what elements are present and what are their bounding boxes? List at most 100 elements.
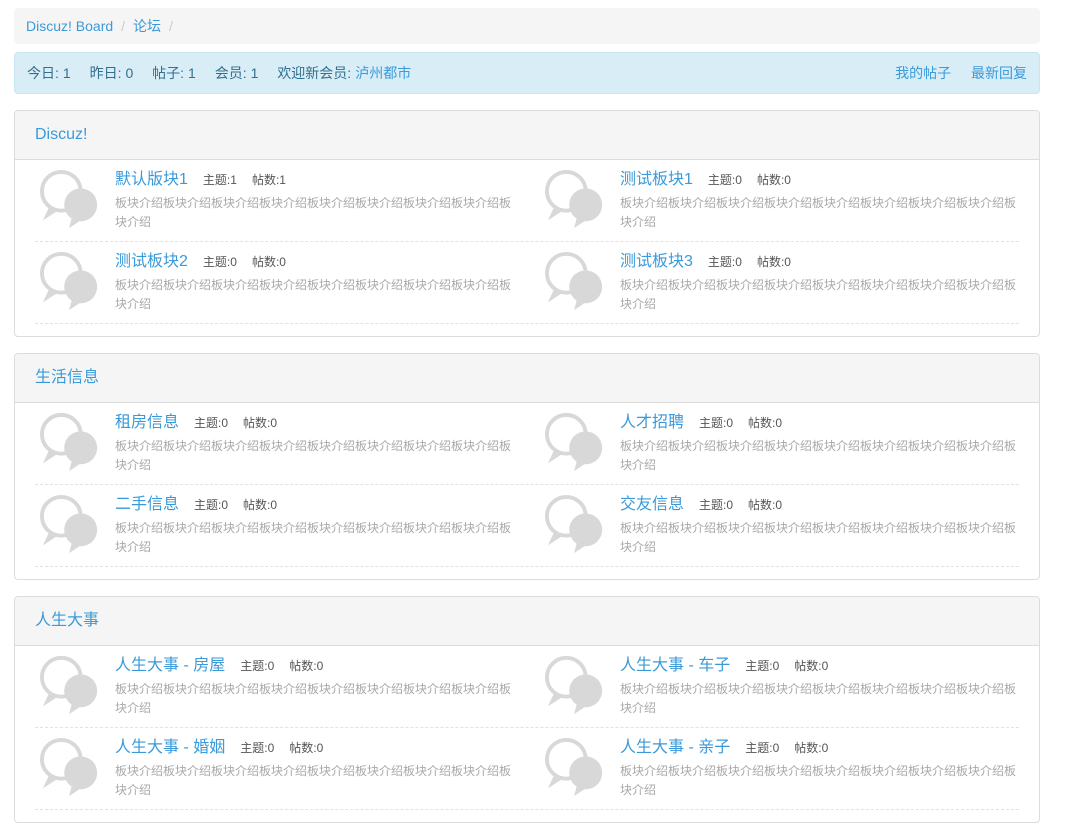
- forum-link[interactable]: 人才招聘: [620, 412, 684, 433]
- forum-posts-count: 帖数:0: [289, 659, 324, 673]
- forum-bubbles-icon[interactable]: [540, 736, 612, 798]
- page-container: Discuz! Board / 论坛 / 今日: 1 昨日: 0 帖子: 1 会员: 1 欢迎…: [14, 8, 1040, 823]
- forum-posts-count: 帖数:0: [243, 416, 278, 430]
- breadcrumb-separator: /: [121, 18, 126, 34]
- forum-description: 板块介绍板块介绍板块介绍板块介绍板块介绍板块介绍板块介绍板块介绍板块介绍: [620, 682, 1017, 715]
- category-body: 租房信息 主题:0 帖数:0 板块介绍板块介绍板块介绍板块介绍板块介绍板块介绍板…: [15, 403, 1039, 579]
- forum-info: 交友信息 主题:0 帖数:0 板块介绍板块介绍板块介绍板块介绍板块介绍板块介绍板…: [620, 494, 1019, 557]
- forum-bubbles-icon[interactable]: [540, 168, 612, 230]
- forum-description: 板块介绍板块介绍板块介绍板块介绍板块介绍板块介绍板块介绍板块介绍板块介绍: [115, 521, 512, 554]
- forum-topics-count: 主题:1: [202, 173, 237, 187]
- category-panel-life-info: 生活信息 租房信息 主题:0 帖数:0 板块介绍板块介绍板块介绍板块介绍板块介绍…: [14, 353, 1040, 580]
- forum-bubbles-icon[interactable]: [35, 736, 107, 798]
- forum-link[interactable]: 人生大事 - 亲子: [620, 737, 730, 758]
- forum-item: 人才招聘 主题:0 帖数:0 板块介绍板块介绍板块介绍板块介绍板块介绍板块介绍板…: [540, 412, 1019, 475]
- forum-row: 二手信息 主题:0 帖数:0 板块介绍板块介绍板块介绍板块介绍板块介绍板块介绍板…: [35, 485, 1019, 567]
- category-title-link[interactable]: 生活信息: [35, 369, 99, 386]
- forum-topics-count: 主题:0: [202, 255, 237, 269]
- forum-bubbles-icon[interactable]: [35, 168, 107, 230]
- stat-today: 今日: 1: [27, 65, 71, 81]
- forum-item: 人生大事 - 车子 主题:0 帖数:0 板块介绍板块介绍板块介绍板块介绍板块介绍…: [540, 655, 1019, 718]
- forum-description: 板块介绍板块介绍板块介绍板块介绍板块介绍板块介绍板块介绍板块介绍板块介绍: [115, 682, 512, 715]
- forum-topics-count: 主题:0: [194, 416, 229, 430]
- forum-info: 测试板块3 主题:0 帖数:0 板块介绍板块介绍板块介绍板块介绍板块介绍板块介绍…: [620, 251, 1019, 314]
- category-title-link[interactable]: Discuz!: [35, 126, 87, 143]
- forum-posts-count: 帖数:0: [251, 255, 286, 269]
- breadcrumb-separator: /: [169, 18, 173, 34]
- forum-posts-count: 帖数:0: [748, 416, 783, 430]
- forum-info: 默认版块1 主题:1 帖数:1 板块介绍板块介绍板块介绍板块介绍板块介绍板块介绍…: [115, 169, 514, 232]
- forum-posts-count: 帖数:0: [748, 498, 783, 512]
- forum-topics-count: 主题:0: [745, 741, 780, 755]
- forum-description: 板块介绍板块介绍板块介绍板块介绍板块介绍板块介绍板块介绍板块介绍板块介绍: [620, 196, 1017, 229]
- forum-topics-count: 主题:0: [707, 255, 742, 269]
- forum-link[interactable]: 租房信息: [115, 412, 179, 433]
- forum-bubbles-icon[interactable]: [540, 654, 612, 716]
- forum-info: 人生大事 - 婚姻 主题:0 帖数:0 板块介绍板块介绍板块介绍板块介绍板块介绍…: [115, 737, 514, 800]
- forum-bubbles-icon[interactable]: [35, 654, 107, 716]
- forum-stats-summary: 今日: 1 昨日: 0 帖子: 1 会员: 1 欢迎新会员: 泸州都市: [27, 63, 411, 83]
- forum-link[interactable]: 人生大事 - 婚姻: [115, 737, 225, 758]
- forum-topics-count: 主题:0: [240, 659, 275, 673]
- forum-bubbles-icon[interactable]: [35, 411, 107, 473]
- forum-info: 人才招聘 主题:0 帖数:0 板块介绍板块介绍板块介绍板块介绍板块介绍板块介绍板…: [620, 412, 1019, 475]
- forum-info: 人生大事 - 房屋 主题:0 帖数:0 板块介绍板块介绍板块介绍板块介绍板块介绍…: [115, 655, 514, 718]
- forum-row: 租房信息 主题:0 帖数:0 板块介绍板块介绍板块介绍板块介绍板块介绍板块介绍板…: [35, 403, 1019, 485]
- forum-description: 板块介绍板块介绍板块介绍板块介绍板块介绍板块介绍板块介绍板块介绍板块介绍: [620, 521, 1017, 554]
- forum-info: 二手信息 主题:0 帖数:0 板块介绍板块介绍板块介绍板块介绍板块介绍板块介绍板…: [115, 494, 514, 557]
- forum-item: 交友信息 主题:0 帖数:0 板块介绍板块介绍板块介绍板块介绍板块介绍板块介绍板…: [540, 494, 1019, 557]
- forum-description: 板块介绍板块介绍板块介绍板块介绍板块介绍板块介绍板块介绍板块介绍板块介绍: [115, 278, 512, 311]
- category-title-link[interactable]: 人生大事: [35, 612, 99, 629]
- welcome-new-member: 欢迎新会员: 泸州都市: [277, 65, 412, 81]
- category-header: Discuz!: [15, 111, 1039, 160]
- forum-info: 人生大事 - 车子 主题:0 帖数:0 板块介绍板块介绍板块介绍板块介绍板块介绍…: [620, 655, 1019, 718]
- category-header: 人生大事: [15, 597, 1039, 646]
- forum-info: 人生大事 - 亲子 主题:0 帖数:0 板块介绍板块介绍板块介绍板块介绍板块介绍…: [620, 737, 1019, 800]
- forum-topics-count: 主题:0: [699, 498, 734, 512]
- forum-posts-count: 帖数:0: [794, 741, 829, 755]
- new-member-link[interactable]: 泸州都市: [355, 65, 411, 81]
- forum-item: 测试板块3 主题:0 帖数:0 板块介绍板块介绍板块介绍板块介绍板块介绍板块介绍…: [540, 251, 1019, 314]
- forum-link[interactable]: 测试板块2: [115, 251, 188, 272]
- forum-description: 板块介绍板块介绍板块介绍板块介绍板块介绍板块介绍板块介绍板块介绍板块介绍: [115, 439, 512, 472]
- forum-bubbles-icon[interactable]: [540, 411, 612, 473]
- forum-bubbles-icon[interactable]: [35, 493, 107, 555]
- forum-link[interactable]: 交友信息: [620, 494, 684, 515]
- forum-description: 板块介绍板块介绍板块介绍板块介绍板块介绍板块介绍板块介绍板块介绍板块介绍: [115, 764, 512, 797]
- forum-link[interactable]: 测试板块1: [620, 169, 693, 190]
- category-header: 生活信息: [15, 354, 1039, 403]
- latest-replies-link[interactable]: 最新回复: [971, 65, 1027, 81]
- forum-item: 测试板块1 主题:0 帖数:0 板块介绍板块介绍板块介绍板块介绍板块介绍板块介绍…: [540, 169, 1019, 232]
- category-body: 人生大事 - 房屋 主题:0 帖数:0 板块介绍板块介绍板块介绍板块介绍板块介绍…: [15, 646, 1039, 822]
- stat-yesterday: 昨日: 0: [89, 65, 134, 81]
- forum-link[interactable]: 测试板块3: [620, 251, 693, 272]
- forum-bubbles-icon[interactable]: [35, 250, 107, 312]
- my-posts-link[interactable]: 我的帖子: [895, 65, 951, 81]
- forum-item: 租房信息 主题:0 帖数:0 板块介绍板块介绍板块介绍板块介绍板块介绍板块介绍板…: [35, 412, 514, 475]
- breadcrumb-link-forum[interactable]: 论坛: [133, 18, 161, 34]
- forum-topics-count: 主题:0: [745, 659, 780, 673]
- forum-posts-count: 帖数:0: [289, 741, 324, 755]
- forum-posts-count: 帖数:0: [794, 659, 829, 673]
- forum-topics-count: 主题:0: [707, 173, 742, 187]
- category-panel-discuz: Discuz! 默认版块1 主题:1 帖数:1 板块介绍板块介绍板块介绍板块介绍…: [14, 110, 1040, 337]
- forum-stats-bar: 今日: 1 昨日: 0 帖子: 1 会员: 1 欢迎新会员: 泸州都市 我的帖子 最新回复: [14, 52, 1040, 94]
- forum-info: 租房信息 主题:0 帖数:0 板块介绍板块介绍板块介绍板块介绍板块介绍板块介绍板…: [115, 412, 514, 475]
- category-panel-life-events: 人生大事 人生大事 - 房屋 主题:0 帖数:0 板块介绍板块介绍板块介绍板块介…: [14, 596, 1040, 823]
- stat-members: 会员: 1: [214, 65, 259, 81]
- forum-bubbles-icon[interactable]: [540, 250, 612, 312]
- forum-info: 测试板块1 主题:0 帖数:0 板块介绍板块介绍板块介绍板块介绍板块介绍板块介绍…: [620, 169, 1019, 232]
- forum-item: 人生大事 - 亲子 主题:0 帖数:0 板块介绍板块介绍板块介绍板块介绍板块介绍…: [540, 737, 1019, 800]
- forum-posts-count: 帖数:0: [756, 173, 791, 187]
- breadcrumb-link-home[interactable]: Discuz! Board: [26, 18, 113, 34]
- forum-item: 二手信息 主题:0 帖数:0 板块介绍板块介绍板块介绍板块介绍板块介绍板块介绍板…: [35, 494, 514, 557]
- forum-link[interactable]: 人生大事 - 房屋: [115, 655, 225, 676]
- forum-link[interactable]: 二手信息: [115, 494, 179, 515]
- forum-link[interactable]: 人生大事 - 车子: [620, 655, 730, 676]
- forum-item: 测试板块2 主题:0 帖数:0 板块介绍板块介绍板块介绍板块介绍板块介绍板块介绍…: [35, 251, 514, 314]
- forum-row: 测试板块2 主题:0 帖数:0 板块介绍板块介绍板块介绍板块介绍板块介绍板块介绍…: [35, 242, 1019, 324]
- forum-posts-count: 帖数:1: [251, 173, 286, 187]
- forum-description: 板块介绍板块介绍板块介绍板块介绍板块介绍板块介绍板块介绍板块介绍板块介绍: [620, 439, 1017, 472]
- forum-link[interactable]: 默认版块1: [115, 169, 188, 190]
- forum-bubbles-icon[interactable]: [540, 493, 612, 555]
